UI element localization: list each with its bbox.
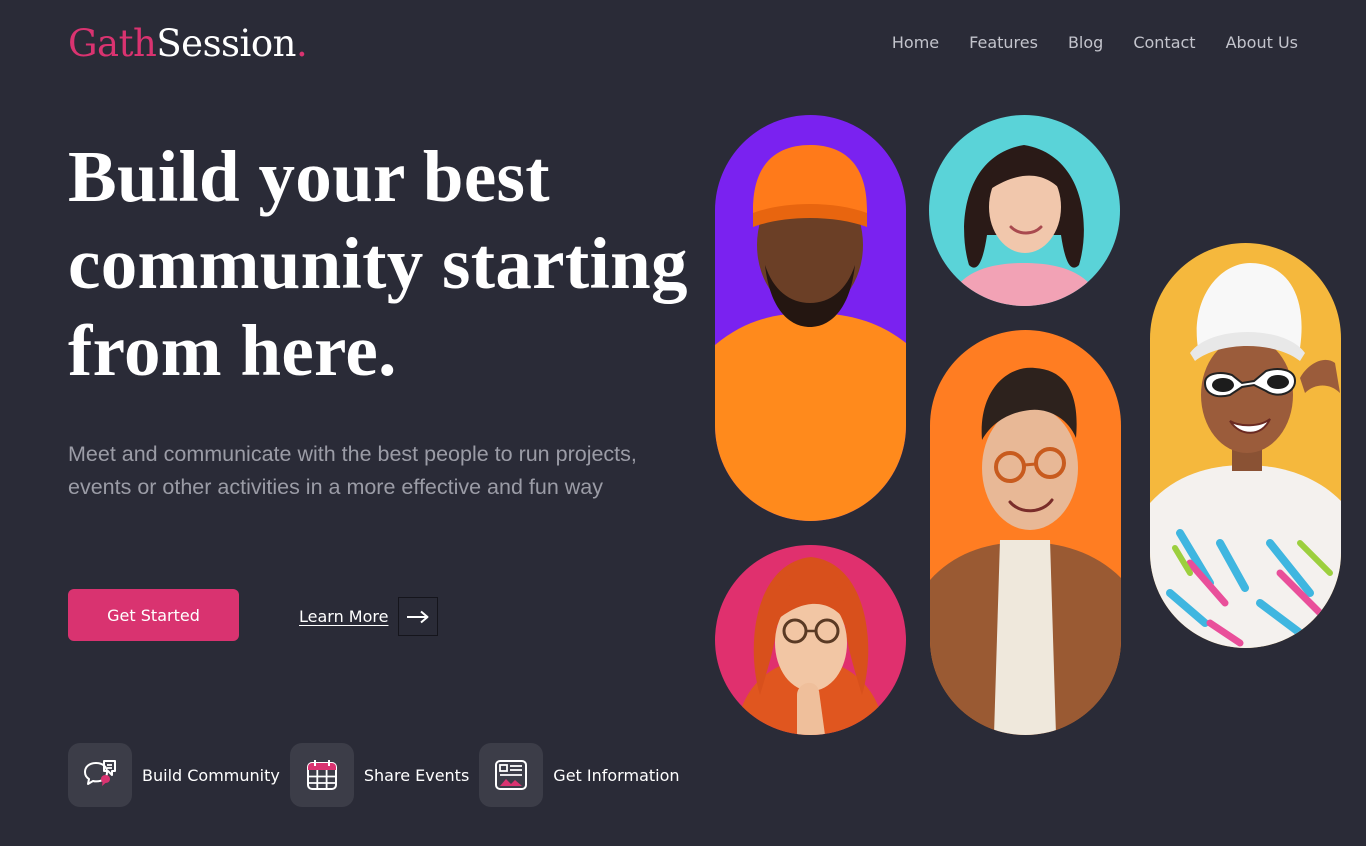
feature-get-information[interactable]: Get Information (479, 743, 680, 807)
nav-about-us[interactable]: About Us (1226, 33, 1298, 53)
news-article-icon (479, 743, 544, 807)
feature-build-community[interactable]: Build Community (68, 743, 280, 807)
brand-logo-part2: Session (156, 22, 296, 65)
brand-logo-part1: Gath (68, 22, 157, 65)
feature-share-events-label: Share Events (363, 765, 470, 785)
feature-get-information-label: Get Information (553, 765, 680, 785)
photo-woman-thinking (715, 545, 906, 735)
feature-build-community-label: Build Community (142, 765, 280, 785)
main-nav: Home Features Blog Contact About Us (892, 33, 1298, 53)
nav-blog[interactable]: Blog (1068, 33, 1103, 53)
hero-subtitle: Meet and communicate with the best peopl… (68, 442, 637, 499)
get-started-button[interactable]: Get Started (68, 589, 239, 641)
feature-share-events[interactable]: Share Events (289, 743, 470, 807)
hero-headline: Build your best community starting from … (68, 136, 688, 391)
calendar-icon (289, 743, 354, 807)
learn-more-link[interactable]: Learn More (299, 597, 439, 636)
chat-bubbles-icon (68, 743, 132, 807)
photo-man-glasses (930, 330, 1121, 735)
nav-home[interactable]: Home (892, 33, 939, 53)
photo-woman-sunglasses (1150, 243, 1341, 648)
photo-man-orange-beanie (715, 115, 906, 521)
arrow-right-icon[interactable] (398, 597, 439, 636)
learn-more-label: Learn More (299, 607, 389, 626)
brand-logo[interactable]: GathSession. (68, 22, 308, 66)
feature-list: Build Community Share Events Get Informa… (68, 743, 690, 807)
brand-logo-dot: . (296, 22, 308, 65)
photo-woman-smiling (929, 115, 1120, 306)
nav-features[interactable]: Features (969, 33, 1038, 53)
nav-contact[interactable]: Contact (1133, 33, 1195, 53)
